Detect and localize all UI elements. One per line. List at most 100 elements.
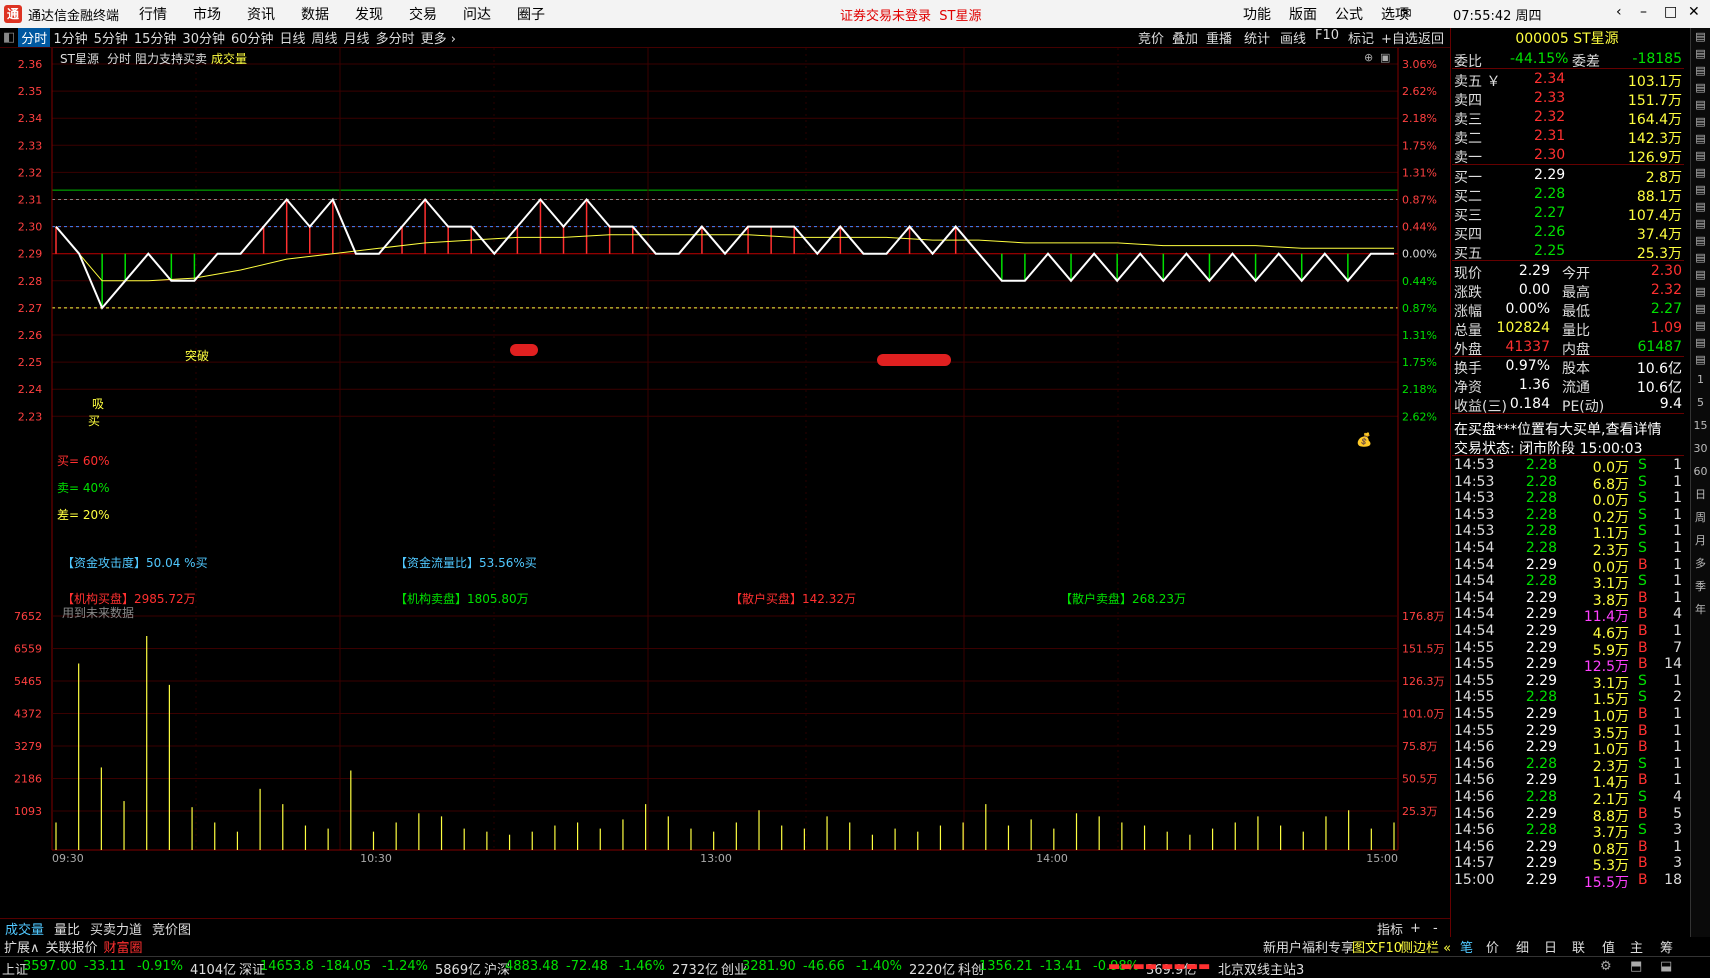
big-order-notice[interactable]: 在买盘***位置有大买单,查看详情 [1452, 418, 1684, 438]
side-tool-icon[interactable]: ▤ [1691, 79, 1710, 96]
index-field[interactable]: 3597.00 [23, 959, 77, 974]
side-period-15[interactable]: 15 [1691, 414, 1710, 437]
side-tool-icon[interactable]: ▤ [1691, 300, 1710, 317]
index-field[interactable]: 3281.90 [742, 959, 796, 974]
side-tool-icon[interactable]: ▤ [1691, 232, 1710, 249]
tab-more[interactable]: 更多 › [418, 28, 459, 47]
tab-1min[interactable]: 1分钟 [50, 28, 90, 47]
quote-tab-zhi[interactable]: 值 [1602, 937, 1615, 956]
ask-row[interactable]: 卖三 2.32 164.4万 [1452, 108, 1684, 128]
tab-fenshi[interactable]: 分时 [18, 28, 51, 47]
side-tool-icon[interactable]: ▤ [1691, 198, 1710, 215]
menu-hangqing[interactable]: 行情 [139, 4, 167, 24]
menu-wenda[interactable]: 问达 [463, 4, 491, 24]
indicator-button[interactable]: 指标 [1377, 919, 1403, 938]
quote-tab-zhu[interactable]: 主 [1630, 937, 1643, 956]
ask-row[interactable]: 卖一 2.30 126.9万 [1452, 146, 1684, 166]
back-icon[interactable]: ‹ [1616, 4, 1622, 20]
stat-row[interactable]: 现价 2.29 今开 2.30 [1452, 262, 1684, 282]
status-icon[interactable]: ⚙ [1600, 959, 1612, 974]
tab-week[interactable]: 周线 [309, 28, 341, 47]
tab-30min[interactable]: 30分钟 [179, 28, 228, 47]
tab-volume[interactable]: 成交量 [5, 919, 44, 938]
index-field[interactable]: -33.11 [84, 959, 126, 974]
quote-tab-bi[interactable]: 笔 [1460, 937, 1473, 956]
menu-gongshi[interactable]: 公式 [1335, 4, 1363, 24]
menu-faxian[interactable]: 发现 [355, 4, 383, 24]
side-tool-icon[interactable]: ▤ [1691, 181, 1710, 198]
trade-state[interactable]: 交易状态: 闭市阶段 15:00:03 [1452, 437, 1684, 457]
quote-tab-lian[interactable]: 联 [1572, 937, 1585, 956]
login-notice[interactable]: 证券交易未登录 ST星源 [840, 5, 981, 24]
tab-buy-sell-power[interactable]: 买卖力道 [90, 919, 142, 938]
menu-gongneng[interactable]: 功能 [1243, 4, 1271, 24]
server-name[interactable]: 北京双线主站3 [1218, 959, 1304, 978]
tab-month[interactable]: 月线 [341, 28, 373, 47]
side-tool-icon[interactable]: ▤ [1691, 334, 1710, 351]
side-tool-icon[interactable]: ▤ [1691, 283, 1710, 300]
weibi-row[interactable]: 委比 -44.15% 委差 -18185 [1452, 50, 1684, 70]
side-tool-icon[interactable]: ▤ [1691, 45, 1710, 62]
tool-jingjia[interactable]: 竞价 [1138, 28, 1164, 48]
index-field[interactable]: -13.41 [1040, 959, 1082, 974]
menu-jiaoyi[interactable]: 交易 [409, 4, 437, 24]
index-field[interactable]: -1.24% [382, 959, 428, 974]
tick-row[interactable]: 15:00 2.29 15.5万 B 18 [1452, 871, 1684, 891]
side-period-60[interactable]: 60 [1691, 460, 1710, 483]
sidebar-toggle[interactable]: 侧边栏 « [1400, 937, 1451, 956]
ask-row[interactable]: 卖四 2.33 151.7万 [1452, 89, 1684, 109]
close-icon[interactable]: ✕ [1688, 4, 1700, 20]
tool-chongbo[interactable]: 重播 [1206, 28, 1232, 48]
tool-biaoji[interactable]: 标记 [1348, 28, 1374, 48]
index-field[interactable]: -184.05 [321, 959, 371, 974]
side-tool-icon[interactable]: ▤ [1691, 113, 1710, 130]
side-period-1[interactable]: 1 [1691, 368, 1710, 391]
bid-row[interactable]: 买一 2.29 2.8万 [1452, 166, 1684, 186]
new-user-ad[interactable]: 新用户福利专享 [1263, 937, 1354, 956]
tab-60min[interactable]: 60分钟 [228, 28, 277, 47]
index-field[interactable]: 5869亿 [435, 959, 481, 978]
menu-shuju[interactable]: 数据 [301, 4, 329, 24]
menu-quanzi[interactable]: 圈子 [517, 4, 545, 24]
chart-settings-icon[interactable]: ▣ [1380, 51, 1390, 64]
mail-icon[interactable]: ✉ [1400, 6, 1412, 22]
index-field[interactable]: 2732亿 [672, 959, 718, 978]
bid-row[interactable]: 买五 2.25 25.3万 [1452, 242, 1684, 262]
menu-zixun[interactable]: 资讯 [247, 4, 275, 24]
linked-quote-button[interactable]: 关联报价 [46, 937, 98, 956]
side-tool-icon[interactable]: ▤ [1691, 249, 1710, 266]
stat-row[interactable]: 外盘 41337 内盘 61487 [1452, 338, 1684, 358]
side-period-5[interactable]: 5 [1691, 391, 1710, 414]
zoom-in-button[interactable]: + [1410, 921, 1421, 936]
tool-fanhui[interactable]: 返回 [1418, 28, 1444, 48]
tab-multi[interactable]: 多分时 [373, 28, 418, 47]
index-field[interactable]: -1.40% [856, 959, 902, 974]
ask-row[interactable]: 卖五 ￥ 2.34 103.1万 [1452, 70, 1684, 90]
stat-row[interactable]: 换手 0.97% 股本 10.6亿 [1452, 357, 1684, 377]
tab-day[interactable]: 日线 [277, 28, 309, 47]
index-field[interactable]: -0.91% [137, 959, 183, 974]
f10-button[interactable]: 图文F10 [1352, 937, 1402, 956]
index-field[interactable]: 4883.48 [505, 959, 559, 974]
stat-row[interactable]: 涨跌 0.00 最高 2.32 [1452, 281, 1684, 301]
quote-tab-xi[interactable]: 细 [1516, 937, 1529, 956]
stock-code-name[interactable]: 000005 ST星源 [1452, 28, 1682, 50]
index-field[interactable]: 1356.21 [979, 959, 1033, 974]
tab-5min[interactable]: 5分钟 [91, 28, 131, 47]
index-field[interactable]: -1.46% [619, 959, 665, 974]
side-tool-icon[interactable]: ▤ [1691, 62, 1710, 79]
stat-row[interactable]: 涨幅 0.00% 最低 2.27 [1452, 300, 1684, 320]
side-period-30[interactable]: 30 [1691, 437, 1710, 460]
side-tool-icon[interactable]: ▤ [1691, 96, 1710, 113]
side-period-周[interactable]: 周 [1691, 506, 1710, 529]
stat-row[interactable]: 净资 1.36 流通 10.6亿 [1452, 376, 1684, 396]
side-period-月[interactable]: 月 [1691, 529, 1710, 552]
ask-row[interactable]: 卖二 2.31 142.3万 [1452, 127, 1684, 147]
stat-row[interactable]: 收益(三) 0.184 PE(动) 9.4 [1452, 395, 1684, 415]
chart-add-icon[interactable]: ⊕ [1364, 51, 1373, 64]
side-period-季[interactable]: 季 [1691, 575, 1710, 598]
menu-shichang[interactable]: 市场 [193, 4, 221, 24]
maximize-icon[interactable]: □ [1664, 4, 1677, 20]
side-period-多[interactable]: 多 [1691, 552, 1710, 575]
index-field[interactable]: -46.66 [803, 959, 845, 974]
